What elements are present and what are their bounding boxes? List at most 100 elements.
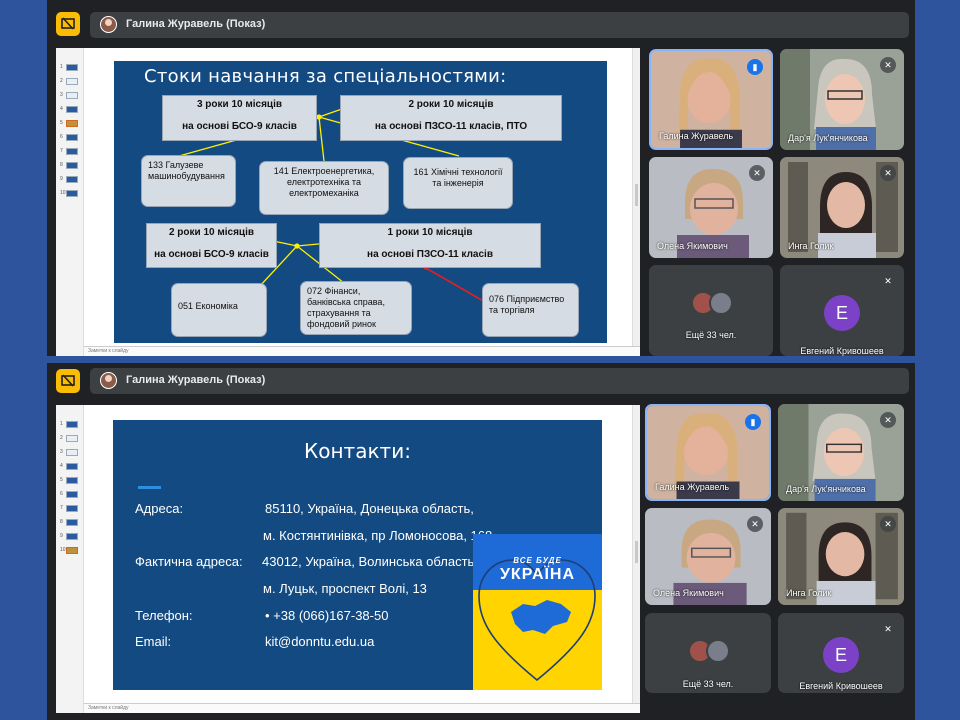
- presenter-bar[interactable]: Галина Журавель (Показ): [90, 12, 909, 38]
- slide-notes-pane[interactable]: Заметки к слайду: [84, 703, 640, 713]
- powerpoint-window: 1 2 3 4 5 6 7 8 9 10 Контакти: Адреса: 8…: [56, 405, 640, 713]
- present-off-icon: [61, 374, 75, 387]
- term-duration: 1 роки 10 місяців: [387, 227, 473, 238]
- slide-title: Контакти:: [304, 439, 411, 463]
- more-participants-count: Ещё 33 чел.: [682, 679, 734, 689]
- slide-thumbnail[interactable]: 7: [60, 503, 80, 513]
- address-value: 85110, Україна, Донецька область,: [265, 501, 474, 516]
- slide-thumbnail[interactable]: 4: [60, 104, 80, 114]
- participant-avatars: [688, 639, 732, 665]
- presenter-bar[interactable]: Галина Журавель (Показ): [90, 368, 909, 394]
- slide-scrollbar[interactable]: [632, 48, 640, 346]
- screenshot-top: Галина Журавель (Показ) 1 2 3 4 5 6 7 8 …: [47, 0, 915, 356]
- participant-tile[interactable]: ✕ Олена Якимович: [649, 157, 773, 258]
- participant-tile[interactable]: ✕ Дар'я Лук'янчикова: [780, 49, 904, 150]
- speaking-icon: ▮: [747, 59, 763, 75]
- slide-study-terms: Стоки навчання за спеціальностями: 3 рок…: [114, 61, 607, 343]
- address-label: Адреса:: [135, 501, 184, 516]
- slide-thumbnail-selected[interactable]: 10: [60, 545, 80, 555]
- slide-scrollbar[interactable]: [632, 405, 640, 703]
- term-duration: 2 роки 10 місяців: [408, 99, 494, 110]
- participant-name: Дар'я Лук'янчикова: [786, 484, 866, 494]
- participant-name: Евгений Кривошеев: [799, 681, 883, 691]
- slide-thumbnail-selected[interactable]: 5: [60, 118, 80, 128]
- term-basis: на основі ПЗСО-11 класів, ПТО: [374, 121, 528, 132]
- spec-box-141: 141 Електроенергетика, електротехніка та…: [259, 161, 389, 215]
- hide-presentation-button[interactable]: [56, 369, 80, 393]
- slide-thumbnail[interactable]: 3: [60, 90, 80, 100]
- banner-text-main: УКРАЇНА: [499, 566, 576, 583]
- mic-off-icon: ✕: [749, 165, 765, 181]
- more-participants-tile[interactable]: Ещё 33 чел.: [645, 613, 771, 693]
- participant-name: Евгений Кривошеев: [800, 346, 884, 356]
- avatar: [706, 639, 730, 663]
- hide-presentation-button[interactable]: [56, 12, 80, 36]
- actual-address-label: Фактична адреса:: [135, 554, 243, 569]
- meeting-top-bar: Галина Журавель (Показ): [47, 0, 915, 48]
- presenter-avatar: [100, 372, 117, 389]
- participant-tile[interactable]: ✕ E Евгений Кривошеев: [780, 265, 904, 356]
- slide-thumbnail[interactable]: 9: [60, 531, 80, 541]
- screenshot-bottom: Галина Журавель (Показ) 1 2 3 4 5 6 7 8 …: [47, 363, 915, 720]
- slide-thumbnail[interactable]: 2: [60, 76, 80, 86]
- slide-thumbnail[interactable]: 9: [60, 174, 80, 184]
- slide-thumbnails: 1 2 3 4 5 6 7 8 9 10: [56, 405, 84, 713]
- meeting-top-bar: Галина Журавель (Показ): [47, 363, 915, 403]
- term-basis: на основі ПЗСО-11 класів: [367, 249, 493, 260]
- actual-address-value: 43012, Україна, Волинська область,: [262, 554, 478, 569]
- slide-thumbnail[interactable]: 1: [60, 419, 80, 429]
- speaking-icon: ▮: [745, 414, 761, 430]
- slide-thumbnail[interactable]: 8: [60, 160, 80, 170]
- present-off-icon: [61, 17, 75, 30]
- participant-name: Олена Якимович: [653, 588, 724, 598]
- slide-thumbnail[interactable]: 8: [60, 517, 80, 527]
- slide-thumbnail[interactable]: 6: [60, 489, 80, 499]
- slide-thumbnail[interactable]: 7: [60, 146, 80, 156]
- mic-off-icon: ✕: [880, 57, 896, 73]
- banner-text-top: ВСЕ БУДЕ: [513, 556, 562, 565]
- mic-off-icon: ✕: [880, 273, 896, 289]
- avatar: E: [824, 295, 860, 331]
- participant-tile[interactable]: ✕ Олена Якимович: [645, 508, 771, 605]
- slide-thumbnail[interactable]: 5: [60, 475, 80, 485]
- participant-tile[interactable]: ✕ Инга Голик: [780, 157, 904, 258]
- more-participants-tile[interactable]: Ещё 33 чел.: [649, 265, 773, 356]
- mic-off-icon: ✕: [880, 165, 896, 181]
- phone-value: • +38 (066)167-38-50: [265, 608, 389, 623]
- participant-tile[interactable]: ▮ Галина Журавель: [645, 404, 771, 501]
- participant-tile[interactable]: ▮ Галина Журавель: [649, 49, 773, 150]
- slide-thumbnail[interactable]: 3: [60, 447, 80, 457]
- slide-thumbnails: 1 2 3 4 5 6 7 8 9 10: [56, 48, 84, 356]
- phone-label: Телефон:: [135, 608, 193, 623]
- term-duration: 2 роки 10 місяців: [168, 227, 255, 238]
- term-duration: 3 роки 10 місяців: [196, 99, 283, 110]
- participant-tile[interactable]: ✕ Инга Голик: [778, 508, 904, 605]
- participant-avatars: [691, 291, 735, 317]
- slide-thumbnail[interactable]: 1: [60, 62, 80, 72]
- term-basis: на основі БСО-9 класів: [154, 249, 269, 260]
- participant-tile[interactable]: ✕ Дар'я Лук'янчикова: [778, 404, 904, 501]
- email-value: kit@donntu.edu.ua: [265, 634, 375, 649]
- spec-box-051: 051 Економіка: [171, 283, 267, 337]
- participant-name: Галина Журавель: [655, 482, 730, 492]
- spec-box-133: 133 Галузеве машинобудування: [141, 155, 236, 207]
- title-accent-line: [138, 486, 161, 489]
- slide-thumbnail[interactable]: 6: [60, 132, 80, 142]
- mic-off-icon: ✕: [880, 516, 896, 532]
- participant-name: Дар'я Лук'янчикова: [788, 133, 868, 143]
- term-box-2y10m-bso: 2 роки 10 місяців на основі БСО-9 класів: [146, 223, 277, 268]
- mic-off-icon: ✕: [880, 621, 896, 637]
- slide-thumbnail[interactable]: 2: [60, 433, 80, 443]
- email-label: Email:: [135, 634, 172, 649]
- participant-name: Инга Голик: [786, 588, 832, 598]
- participant-name: Галина Журавель: [659, 131, 734, 141]
- presenter-label: Галина Журавель (Показ): [126, 374, 266, 386]
- slide-thumbnail[interactable]: 4: [60, 461, 80, 471]
- slide-thumbnail[interactable]: 10: [60, 188, 80, 198]
- participant-tile[interactable]: ✕ E Евгений Кривошеев: [778, 613, 904, 693]
- slide-notes-pane[interactable]: Заметки к слайду: [84, 346, 640, 356]
- spec-box-072: 072 Фінанси, банківська справа, страхува…: [300, 281, 412, 335]
- avatar: E: [823, 637, 859, 673]
- avatar: [709, 291, 733, 315]
- spec-box-076: 076 Підприємство та торгівля: [482, 283, 579, 337]
